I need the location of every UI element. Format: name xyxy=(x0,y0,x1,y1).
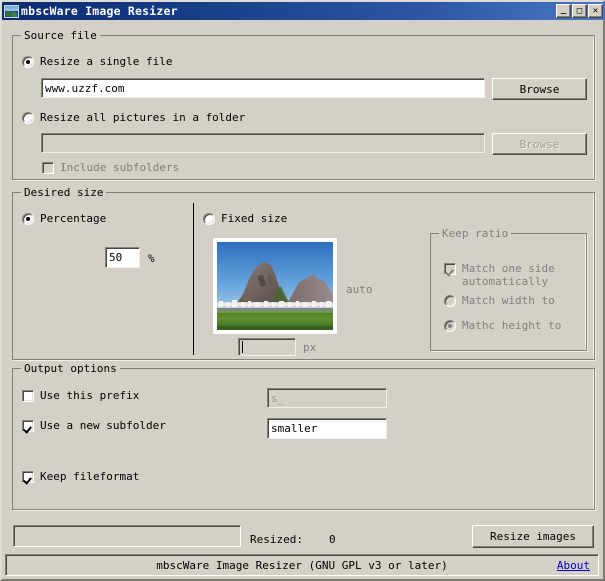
checkbox-keep-fileformat-icon xyxy=(22,471,34,483)
maximize-icon: □ xyxy=(576,5,583,16)
radio-match-width-label: Match width to xyxy=(462,294,555,307)
checkbox-use-prefix-icon xyxy=(22,390,34,402)
resize-images-button[interactable]: Resize images xyxy=(472,525,594,548)
radio-single-file-label: Resize a single file xyxy=(40,55,173,68)
minimize-icon: _ xyxy=(560,5,567,15)
browse-folder-button[interactable]: Browse xyxy=(492,133,587,155)
match-one-side-line1: Match one side xyxy=(462,262,555,275)
px-unit-label: px xyxy=(303,341,317,354)
folder-path-input[interactable] xyxy=(41,133,485,153)
prefix-input[interactable]: s_ xyxy=(267,388,387,408)
radio-match-width[interactable]: Match width to xyxy=(444,294,555,307)
radio-percentage-label: Percentage xyxy=(40,212,107,225)
checkbox-use-prefix[interactable]: Use this prefix xyxy=(22,389,139,402)
resized-label: Resized: xyxy=(250,533,303,546)
checkbox-include-subfolders[interactable]: Include subfolders xyxy=(42,161,179,174)
radio-single-file-icon xyxy=(22,56,34,68)
radio-match-height-icon xyxy=(444,320,456,332)
close-icon: ✕ xyxy=(592,5,599,16)
checkbox-match-one-side[interactable]: Match one side automatically xyxy=(444,262,555,288)
radio-resize-folder[interactable]: Resize all pictures in a folder xyxy=(22,111,245,124)
radio-percentage-icon xyxy=(22,213,34,225)
radio-resize-single-file[interactable]: Resize a single file xyxy=(22,55,172,68)
preview-image-sugarloaf xyxy=(217,242,333,330)
percentage-unit-label: % xyxy=(148,252,155,265)
progress-bar xyxy=(13,525,241,547)
checkbox-use-subfolder-label: Use a new subfolder xyxy=(40,419,166,432)
auto-label: auto xyxy=(346,283,373,296)
close-button[interactable]: ✕ xyxy=(588,4,603,18)
browse-single-file-button[interactable]: Browse xyxy=(492,78,587,100)
resized-count: 0 xyxy=(329,533,336,546)
desired-size-legend: Desired size xyxy=(21,186,107,199)
desired-size-group: Desired size Percentage 50 % Fixed size xyxy=(12,186,595,360)
app-image-icon xyxy=(4,4,19,18)
radio-match-height-label: Mathc height to xyxy=(462,319,562,332)
checkbox-include-subfolders-icon xyxy=(42,162,54,174)
keep-ratio-legend: Keep ratio xyxy=(439,227,512,240)
checkbox-match-one-side-label: Match one side automatically xyxy=(462,262,555,288)
output-options-legend: Output options xyxy=(21,362,120,375)
checkbox-use-prefix-label: Use this prefix xyxy=(40,389,140,402)
radio-fixed-size-label: Fixed size xyxy=(221,212,288,225)
status-bar-text: mbscWare Image Resizer (GNU GPL v3 or la… xyxy=(156,558,448,572)
window-controls: _ □ ✕ xyxy=(556,4,603,18)
radio-fixed-size-icon xyxy=(203,213,215,225)
radio-fixed-size[interactable]: Fixed size xyxy=(203,212,287,225)
application-window: mbscWare Image Resizer _ □ ✕ Source file… xyxy=(0,0,605,581)
radio-match-height[interactable]: Mathc height to xyxy=(444,319,561,332)
output-options-group: Output options Use this prefix s_ Use a … xyxy=(12,362,595,510)
match-one-side-line2: automatically xyxy=(462,275,549,288)
percentage-value-input[interactable]: 50 xyxy=(105,247,140,268)
checkbox-keep-fileformat-label: Keep fileformat xyxy=(40,470,140,483)
radio-folder-label: Resize all pictures in a folder xyxy=(40,111,246,124)
fixed-width-input[interactable] xyxy=(238,338,296,356)
source-file-legend: Source file xyxy=(21,29,100,42)
radio-percentage[interactable]: Percentage xyxy=(22,212,106,225)
about-link[interactable]: About xyxy=(557,559,590,572)
status-bar: mbscWare Image Resizer (GNU GPL v3 or la… xyxy=(5,554,599,576)
maximize-button[interactable]: □ xyxy=(572,4,587,18)
checkbox-keep-fileformat[interactable]: Keep fileformat xyxy=(22,470,139,483)
single-file-path-input[interactable]: www.uzzf.com xyxy=(41,78,485,98)
window-title: mbscWare Image Resizer xyxy=(21,4,178,18)
subfolder-input[interactable]: smaller xyxy=(267,418,387,439)
checkbox-match-one-side-icon xyxy=(444,263,456,275)
checkbox-use-subfolder-icon xyxy=(22,420,34,432)
source-file-group: Source file Resize a single file www.uzz… xyxy=(12,29,595,180)
checkbox-include-subfolders-label: Include subfolders xyxy=(60,161,180,174)
title-bar[interactable]: mbscWare Image Resizer _ □ ✕ xyxy=(2,2,605,20)
radio-folder-icon xyxy=(22,112,34,124)
preview-thumbnail xyxy=(213,238,337,334)
checkbox-use-subfolder[interactable]: Use a new subfolder xyxy=(22,419,166,432)
minimize-button[interactable]: _ xyxy=(556,4,571,18)
keep-ratio-group: Keep ratio Match one side automatically … xyxy=(430,227,587,351)
radio-match-width-icon xyxy=(444,295,456,307)
column-divider xyxy=(193,203,194,355)
